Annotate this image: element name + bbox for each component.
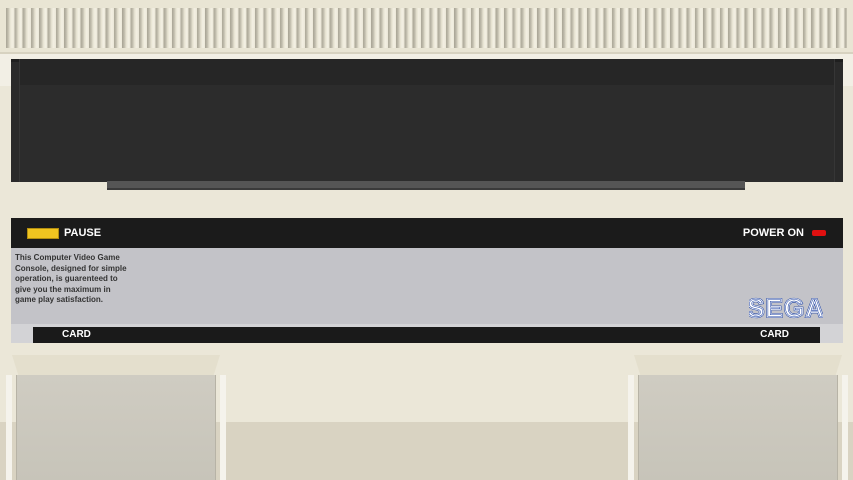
sega-logo: SEGA SEGA: [749, 294, 823, 320]
cartridge-slot[interactable]: [11, 59, 843, 182]
controller-port-left-top: [12, 355, 220, 375]
pause-button[interactable]: [27, 228, 59, 239]
controller-port-right-face: [638, 375, 838, 480]
cartridge-slot-inner: [19, 59, 835, 182]
controller-port-right-edge-l: [628, 375, 634, 480]
pause-label: PAUSE: [64, 227, 102, 239]
cartridge-slot-lip: [107, 181, 745, 190]
vent-slots: [6, 8, 847, 48]
controller-port-right[interactable]: [628, 355, 848, 480]
controller-port-right-edge-r: [842, 375, 848, 480]
controller-port-left-edge-l: [6, 375, 12, 480]
cartridge-slot-top-strip: [20, 59, 834, 85]
controller-port-left-edge-r: [220, 375, 226, 480]
top-vent-grille: [0, 0, 853, 54]
card-label-right: CARD: [760, 329, 789, 340]
control-bar: PAUSE POWER ON: [11, 218, 843, 248]
card-slot[interactable]: CARD CARD: [33, 327, 820, 343]
controller-port-left[interactable]: [6, 355, 226, 480]
info-text: This Computer Video Game Console, design…: [15, 253, 127, 304]
sega-logo-inline: SEGA: [749, 294, 823, 320]
controller-port-right-top: [634, 355, 842, 375]
power-on-label: POWER ON: [742, 227, 804, 239]
power-led-icon: [812, 230, 826, 236]
info-panel: This Computer Video Game Console, design…: [11, 248, 843, 324]
controller-port-left-face: [16, 375, 216, 480]
card-label-left: CARD: [62, 329, 91, 340]
